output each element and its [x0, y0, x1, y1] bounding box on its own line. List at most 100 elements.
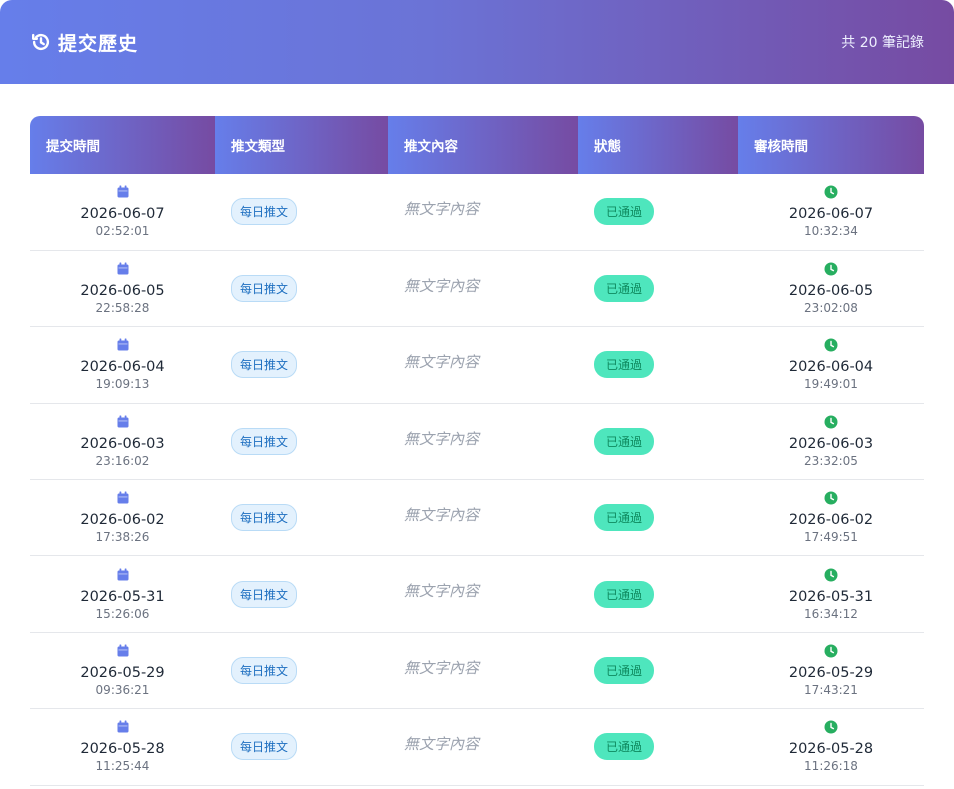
status-cell: 已通過: [578, 555, 738, 633]
clock-icon: [824, 415, 838, 429]
review-time: 11:26:18: [804, 759, 858, 774]
content-text: 無文字內容: [404, 353, 480, 372]
status-cell: 已通過: [578, 708, 738, 786]
submit-time-cell: 2026-05-28 11:25:44: [30, 708, 215, 786]
type-cell: 每日推文: [215, 250, 388, 328]
type-badge: 每日推文: [231, 657, 298, 685]
history-table: 提交時間 推文類型 推文內容 狀態 審核時間 2026-06-07 02:52:…: [30, 116, 924, 786]
status-badge: 已通過: [594, 275, 655, 303]
review-date: 2026-05-28: [788, 741, 874, 758]
type-cell: 每日推文: [215, 555, 388, 633]
table-header-row: 提交時間 推文類型 推文內容 狀態 審核時間: [30, 116, 924, 174]
review-time: 16:34:12: [804, 606, 858, 621]
clock-icon: [824, 644, 838, 658]
review-date: 2026-05-29: [788, 665, 874, 682]
review-time-cell: 2026-06-03 23:32:05: [738, 403, 924, 481]
review-time-cell: 2026-05-29 17:43:21: [738, 632, 924, 710]
status-badge: 已通過: [594, 504, 655, 532]
table-row: 2026-06-07 02:52:01 每日推文 無文字內容 已通過 2026-…: [30, 174, 924, 251]
status-cell: 已通過: [578, 174, 738, 251]
type-badge: 每日推文: [231, 198, 298, 226]
type-cell: 每日推文: [215, 708, 388, 786]
submit-date: 2026-06-07: [80, 206, 165, 223]
content-cell: 無文字內容: [388, 174, 578, 251]
calendar-icon: [116, 338, 130, 352]
content-text: 無文字內容: [404, 506, 480, 525]
type-badge: 每日推文: [231, 275, 298, 303]
type-badge: 每日推文: [231, 351, 298, 379]
review-date: 2026-06-04: [788, 359, 874, 376]
review-time-cell: 2026-06-04 19:49:01: [738, 326, 924, 404]
review-time: 23:02:08: [804, 301, 858, 316]
status-cell: 已通過: [578, 632, 738, 710]
content-cell: 無文字內容: [388, 479, 578, 557]
review-time-cell: 2026-06-07 10:32:34: [738, 174, 924, 251]
clock-icon: [824, 185, 838, 199]
history-icon: [30, 31, 52, 53]
review-date: 2026-06-07: [788, 206, 874, 223]
calendar-icon: [116, 491, 130, 505]
type-cell: 每日推文: [215, 326, 388, 404]
submit-time-cell: 2026-05-31 15:26:06: [30, 555, 215, 633]
status-cell: 已通過: [578, 250, 738, 328]
type-badge: 每日推文: [231, 504, 298, 532]
status-cell: 已通過: [578, 479, 738, 557]
clock-icon: [824, 338, 838, 352]
submit-time: 17:38:26: [95, 530, 150, 545]
submit-time: 11:25:44: [95, 759, 150, 774]
header-title-group: 提交歷史: [30, 29, 138, 56]
column-header-submit-time: 提交時間: [30, 116, 215, 174]
content-cell: 無文字內容: [388, 403, 578, 481]
column-header-review-time: 審核時間: [738, 116, 924, 174]
status-badge: 已通過: [594, 733, 655, 761]
table-header: 提交時間 推文類型 推文內容 狀態 審核時間: [30, 116, 924, 174]
content-text: 無文字內容: [404, 429, 480, 448]
calendar-icon: [116, 262, 130, 276]
type-cell: 每日推文: [215, 174, 388, 251]
review-date: 2026-06-02: [788, 512, 874, 529]
content-cell: 無文字內容: [388, 250, 578, 328]
review-time: 17:43:21: [804, 683, 858, 698]
review-time-cell: 2026-05-28 11:26:18: [738, 708, 924, 786]
review-time: 17:49:51: [804, 530, 858, 545]
type-badge: 每日推文: [231, 580, 298, 608]
content-text: 無文字內容: [404, 658, 480, 677]
page-header: 提交歷史 共 20 筆記錄: [0, 0, 954, 84]
review-date: 2026-06-03: [788, 435, 874, 452]
review-time: 10:32:34: [804, 224, 858, 239]
calendar-icon: [116, 185, 130, 199]
review-date: 2026-05-31: [788, 588, 874, 605]
review-time: 19:49:01: [804, 377, 858, 392]
submit-time-cell: 2026-06-02 17:38:26: [30, 479, 215, 557]
record-count: 共 20 筆記錄: [841, 35, 924, 51]
content-cell: 無文字內容: [388, 326, 578, 404]
submit-time-cell: 2026-06-07 02:52:01: [30, 174, 215, 251]
type-cell: 每日推文: [215, 632, 388, 710]
status-badge: 已通過: [594, 198, 655, 226]
submit-date: 2026-05-29: [80, 665, 165, 682]
review-time: 23:32:05: [804, 453, 858, 468]
clock-icon: [824, 568, 838, 582]
submit-time-cell: 2026-06-03 23:16:02: [30, 403, 215, 481]
page-title: 提交歷史: [58, 32, 139, 55]
table-row: 2026-05-28 11:25:44 每日推文 無文字內容 已通過 2026-…: [30, 708, 924, 786]
submit-time-cell: 2026-05-29 09:36:21: [30, 632, 215, 710]
column-header-status: 狀態: [578, 116, 738, 174]
review-time-cell: 2026-06-05 23:02:08: [738, 250, 924, 328]
submit-time: 09:36:21: [95, 683, 150, 698]
status-badge: 已通過: [594, 427, 655, 455]
review-date: 2026-06-05: [788, 283, 874, 300]
submit-date: 2026-06-03: [80, 435, 165, 452]
content-text: 無文字內容: [404, 276, 480, 295]
table-row: 2026-05-31 15:26:06 每日推文 無文字內容 已通過 2026-…: [30, 555, 924, 633]
column-header-content: 推文內容: [388, 116, 578, 174]
submit-time: 22:58:28: [95, 301, 150, 316]
calendar-icon: [116, 644, 130, 658]
content-cell: 無文字內容: [388, 632, 578, 710]
table-row: 2026-06-04 19:09:13 每日推文 無文字內容 已通過 2026-…: [30, 326, 924, 404]
table-body: 2026-06-07 02:52:01 每日推文 無文字內容 已通過 2026-…: [30, 174, 924, 786]
status-badge: 已通過: [594, 351, 655, 379]
type-cell: 每日推文: [215, 403, 388, 481]
status-badge: 已通過: [594, 580, 655, 608]
clock-icon: [824, 720, 838, 734]
